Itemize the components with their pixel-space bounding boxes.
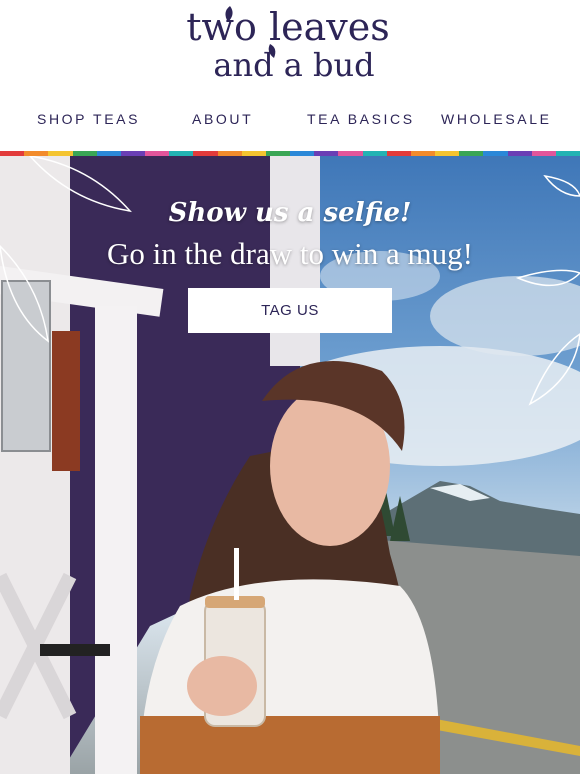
hand-shape: [187, 656, 257, 716]
straw-shape: [234, 548, 239, 600]
nav-shop-teas[interactable]: SHOP TEAS: [37, 111, 140, 127]
door-panel-shape: [52, 331, 80, 471]
sweater-stripe-shape: [140, 716, 440, 774]
logo-line-1: two leaves: [186, 5, 390, 49]
nav-tea-basics[interactable]: TEA BASICS: [307, 111, 415, 127]
nav-about[interactable]: ABOUT: [192, 111, 253, 127]
brand-logo-wordmark: two leaves and a bud: [186, 5, 390, 84]
hero-banner: Show us a selfie! Go in the draw to win …: [0, 156, 580, 774]
hinge-shape: [40, 644, 110, 656]
cloud-shape: [430, 276, 580, 356]
hero-headline-draw: Go in the draw to win a mug!: [107, 236, 473, 271]
white-post-shape: [95, 306, 137, 774]
logo-line-2: and a bud: [213, 46, 374, 84]
main-nav: SHOP TEAS ABOUT TEA BASICS WHOLESALE: [0, 111, 580, 131]
leaf-outline-icon: [543, 174, 580, 197]
window-unit-shape: [1, 280, 51, 452]
nav-wholesale[interactable]: WHOLESALE: [441, 111, 552, 127]
hero-headline-selfie: Show us a selfie!: [168, 198, 412, 228]
tag-us-button[interactable]: TAG US: [188, 288, 392, 333]
brand-logo[interactable]: two leaves and a bud: [0, 2, 580, 88]
